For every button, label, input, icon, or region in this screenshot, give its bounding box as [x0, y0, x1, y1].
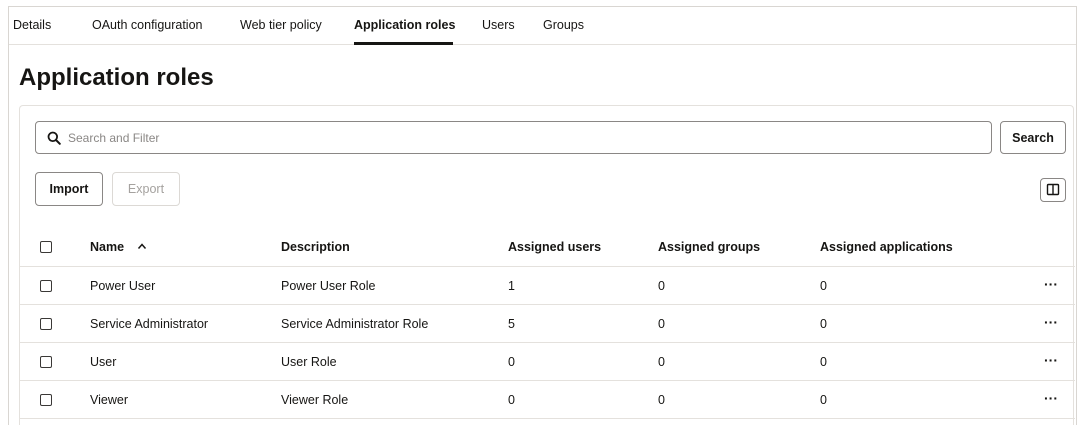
roles-panel: Search Import Export Name Description As… — [19, 105, 1075, 425]
page-title: Application roles — [19, 64, 214, 91]
column-header-description: Description — [281, 240, 350, 254]
table-header-row: Name Description Assigned users Assigned… — [20, 228, 1075, 266]
row-checkbox[interactable] — [40, 318, 52, 330]
cell-assigned-groups: 0 — [658, 279, 665, 293]
row-actions-menu-icon[interactable]: ··· — [1044, 276, 1058, 292]
app-frame: Details OAuth configuration Web tier pol… — [8, 6, 1077, 425]
cell-assigned-groups: 0 — [658, 355, 665, 369]
cell-name: Viewer — [90, 393, 128, 407]
table-row[interactable]: Viewer Viewer Role 0 0 0 ··· — [20, 380, 1075, 418]
import-button[interactable]: Import — [35, 172, 103, 206]
row-checkbox[interactable] — [40, 280, 52, 292]
cell-description: User Role — [281, 355, 337, 369]
column-header-assigned-groups: Assigned groups — [658, 240, 761, 254]
cell-assigned-applications: 0 — [820, 279, 827, 293]
active-tab-indicator — [354, 42, 453, 45]
row-actions-menu-icon[interactable]: ··· — [1044, 390, 1058, 406]
select-all-checkbox[interactable] — [40, 241, 52, 253]
export-button[interactable]: Export — [112, 172, 180, 206]
cell-name: Service Administrator — [90, 317, 209, 331]
tab-application-roles[interactable]: Application roles — [354, 18, 455, 32]
column-layout-button[interactable] — [1040, 178, 1066, 202]
row-checkbox[interactable] — [40, 356, 52, 368]
cell-description: Power User Role — [281, 279, 376, 293]
search-input[interactable] — [68, 123, 968, 152]
cell-assigned-groups: 0 — [658, 317, 665, 331]
cell-assigned-users: 0 — [508, 393, 515, 407]
columns-icon — [1046, 183, 1060, 196]
cell-name: Power User — [90, 279, 156, 293]
cell-assigned-users: 5 — [508, 317, 515, 331]
search-button[interactable]: Search — [1000, 121, 1066, 154]
cell-assigned-applications: 0 — [820, 317, 827, 331]
tab-bar: Details OAuth configuration Web tier pol… — [9, 7, 1076, 45]
row-checkbox[interactable] — [40, 394, 52, 406]
cell-assigned-groups: 0 — [658, 393, 665, 407]
cell-description: Service Administrator Role — [281, 317, 429, 331]
search-box[interactable] — [35, 121, 992, 154]
search-icon — [47, 131, 61, 145]
cell-description: Viewer Role — [281, 393, 349, 407]
table-row[interactable]: Power User Power User Role 1 0 0 ··· — [20, 266, 1075, 304]
tab-users[interactable]: Users — [482, 18, 515, 32]
column-header-assigned-applications: Assigned applications — [820, 240, 953, 254]
table-row[interactable]: User User Role 0 0 0 ··· — [20, 342, 1075, 380]
row-actions-menu-icon[interactable]: ··· — [1044, 314, 1058, 330]
column-header-assigned-users: Assigned users — [508, 240, 602, 254]
column-header-name[interactable]: Name — [90, 240, 124, 254]
tab-details[interactable]: Details — [13, 18, 51, 32]
cell-assigned-applications: 0 — [820, 393, 827, 407]
cell-assigned-applications: 0 — [820, 355, 827, 369]
tab-groups[interactable]: Groups — [543, 18, 584, 32]
table-row-divider — [20, 418, 1075, 425]
cell-assigned-users: 0 — [508, 355, 515, 369]
cell-name: User — [90, 355, 117, 369]
sort-ascending-icon[interactable] — [137, 242, 147, 250]
cell-assigned-users: 1 — [508, 279, 515, 293]
tab-web-tier-policy[interactable]: Web tier policy — [240, 18, 322, 32]
tab-oauth-configuration[interactable]: OAuth configuration — [92, 18, 203, 32]
row-actions-menu-icon[interactable]: ··· — [1044, 352, 1058, 368]
table-row[interactable]: Service Administrator Service Administra… — [20, 304, 1075, 342]
